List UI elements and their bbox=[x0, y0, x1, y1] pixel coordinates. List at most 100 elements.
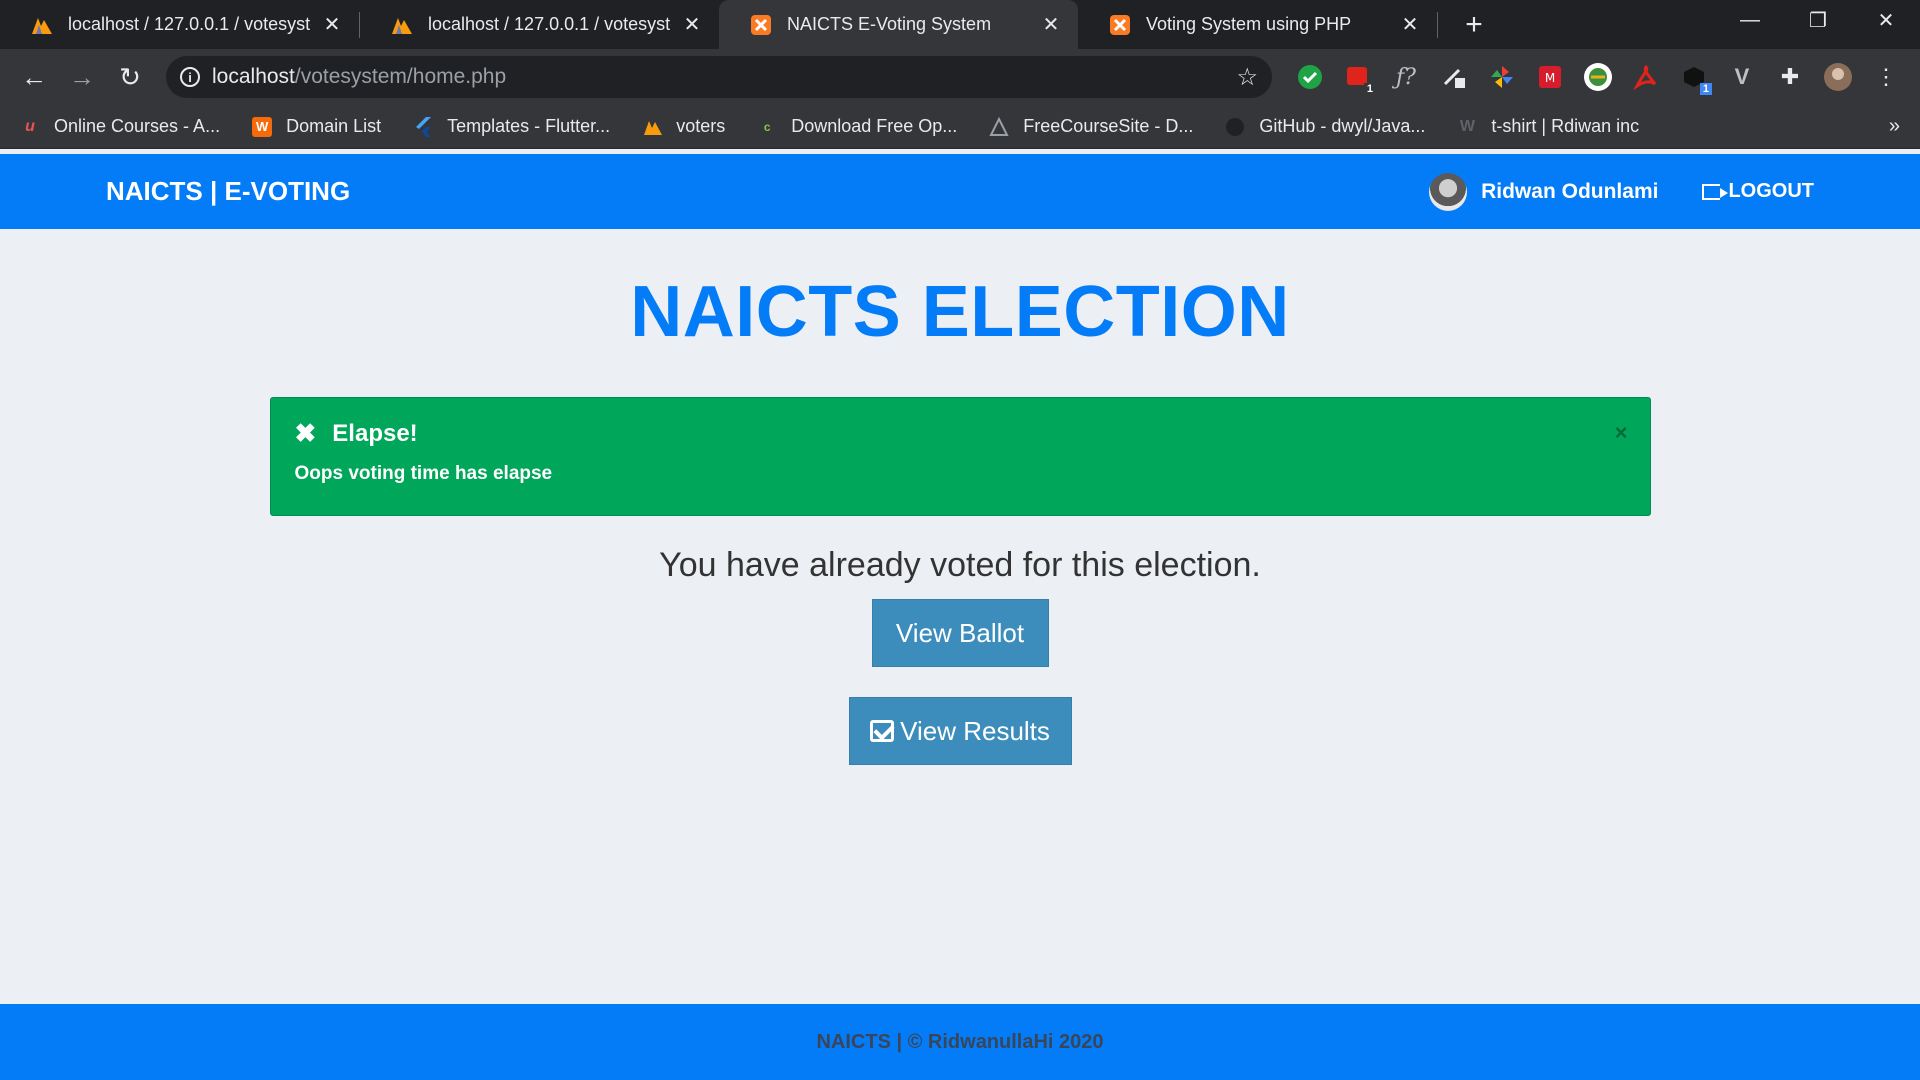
bookmark-label: Templates - Flutter... bbox=[447, 116, 611, 136]
brand-logo-text[interactable]: NAICTS | E-VOTING bbox=[106, 176, 350, 207]
user-name[interactable]: Ridwan Odunlami bbox=[1481, 180, 1658, 204]
bookmark-star-icon[interactable]: ☆ bbox=[1236, 63, 1258, 92]
tab-title: Voting System using PHP bbox=[1146, 14, 1352, 34]
new-tab-button[interactable]: + bbox=[1454, 0, 1494, 49]
main-content: NAICTS ELECTION ✖ Elapse! Oops voting ti… bbox=[0, 271, 1920, 765]
extensions-area: 1 ƒ? M 1 V ✚ ⋮ bbox=[1286, 53, 1910, 101]
bookmark-label: Domain List bbox=[286, 116, 382, 136]
flutter-icon bbox=[413, 116, 433, 137]
alert-header: ✖ Elapse! bbox=[295, 418, 1626, 449]
url-host: localhost bbox=[212, 65, 295, 88]
phpmyadmin-icon bbox=[390, 13, 414, 37]
browser-toolbar: ← → ↻ i localhost/votesystem/home.php ☆ … bbox=[0, 49, 1920, 105]
browser-tab-4[interactable]: Voting System using PHP ✕ bbox=[1078, 0, 1437, 49]
bookmark-item[interactable]: voters bbox=[642, 116, 725, 137]
bookmark-item[interactable]: GitHub - dwyl/Java... bbox=[1225, 116, 1425, 137]
puzzle-icon[interactable]: ✚ bbox=[1766, 53, 1814, 101]
tab-close-icon[interactable]: ✕ bbox=[1399, 14, 1421, 36]
user-avatar[interactable] bbox=[1429, 172, 1468, 211]
tab-close-icon[interactable]: ✕ bbox=[1040, 14, 1062, 36]
bookmark-label: Online Courses - A... bbox=[54, 116, 221, 136]
view-ballot-button[interactable]: View Ballot bbox=[871, 599, 1049, 667]
site-info-icon[interactable]: i bbox=[180, 67, 200, 87]
browser-tab-bar: localhost / 127.0.0.1 / votesystem ✕ loc… bbox=[0, 0, 1920, 49]
already-voted-message: You have already voted for this election… bbox=[659, 546, 1261, 584]
window-controls: — ❐ ✕ bbox=[1716, 0, 1920, 40]
phpmyadmin-icon bbox=[642, 117, 663, 137]
github-icon bbox=[1225, 117, 1245, 137]
web-icon: W bbox=[1459, 117, 1475, 135]
udemy-icon: u bbox=[25, 117, 35, 135]
cube-extension-icon[interactable]: 1 bbox=[1670, 53, 1718, 101]
xampp-icon bbox=[1108, 13, 1132, 37]
footer-text: NAICTS | © RidwanullaHi 2020 bbox=[816, 1030, 1104, 1053]
download-site-icon: c bbox=[763, 119, 771, 134]
bookmark-label: FreeCourseSite - D... bbox=[1023, 116, 1194, 136]
formula-extension-icon[interactable]: ƒ? bbox=[1382, 53, 1430, 101]
view-results-button[interactable]: View Results bbox=[848, 697, 1072, 765]
red-extension-icon[interactable]: 1 bbox=[1334, 53, 1382, 101]
url-text[interactable]: localhost/votesystem/home.php bbox=[212, 65, 1236, 89]
tab-title: localhost / 127.0.0.1 / votesystem bbox=[68, 14, 311, 34]
chevron-double-right-icon[interactable]: » bbox=[1889, 115, 1900, 138]
menu-kebab-icon[interactable]: ⋮ bbox=[1862, 53, 1910, 101]
app-footer: NAICTS | © RidwanullaHi 2020 bbox=[0, 1004, 1920, 1080]
tab-close-icon[interactable]: ✕ bbox=[681, 14, 703, 36]
bookmark-item[interactable]: FreeCourseSite - D... bbox=[989, 116, 1193, 137]
bookmark-label: Download Free Op... bbox=[791, 116, 958, 136]
pen-extension-icon[interactable] bbox=[1430, 53, 1478, 101]
restore-icon[interactable]: ❐ bbox=[1784, 0, 1852, 40]
alert-title: Elapse! bbox=[332, 419, 418, 447]
back-arrow-icon[interactable]: ← bbox=[10, 53, 58, 101]
pdf-extension-icon[interactable] bbox=[1622, 53, 1670, 101]
forward-arrow-icon[interactable]: → bbox=[58, 53, 106, 101]
profile-avatar-icon[interactable] bbox=[1814, 53, 1862, 101]
election-title: NAICTS ELECTION bbox=[630, 272, 1290, 352]
xampp-icon bbox=[749, 13, 773, 37]
bookmarks-bar: u Online Courses - A... W Domain List Temp… bbox=[0, 105, 1920, 149]
phpmyadmin-icon bbox=[30, 13, 54, 37]
mendeley-extension-icon[interactable]: M bbox=[1526, 53, 1574, 101]
times-icon: ✖ bbox=[294, 418, 317, 448]
logout-label: LOGOUT bbox=[1728, 180, 1814, 202]
address-bar[interactable]: i localhost/votesystem/home.php ☆ bbox=[166, 56, 1272, 98]
extension-badge: 1 bbox=[1363, 83, 1376, 95]
elapse-alert: ✖ Elapse! Oops voting time has elapse × bbox=[269, 397, 1651, 516]
browser-tab-1[interactable]: localhost / 127.0.0.1 / votesystem ✕ bbox=[0, 0, 359, 49]
reload-icon[interactable]: ↻ bbox=[106, 53, 154, 101]
tab-close-icon[interactable]: ✕ bbox=[321, 14, 343, 36]
browser-tab-2[interactable]: localhost / 127.0.0.1 / votesystem ✕ bbox=[360, 0, 719, 49]
pinwheel-extension-icon[interactable] bbox=[1478, 53, 1526, 101]
browser-tab-3-active[interactable]: NAICTS E-Voting System ✕ bbox=[719, 0, 1078, 49]
freecoursesite-icon bbox=[989, 116, 1009, 137]
tab-divider bbox=[1437, 11, 1438, 38]
svg-text:M: M bbox=[1545, 71, 1555, 85]
bookmark-item[interactable]: Wt-shirt | Rdiwan inc bbox=[1457, 116, 1639, 137]
bookmark-label: GitHub - dwyl/Java... bbox=[1259, 116, 1426, 136]
bookmark-item[interactable]: W Domain List bbox=[252, 116, 381, 137]
view-results-label: View Results bbox=[900, 716, 1050, 746]
bookmark-label: t-shirt | Rdiwan inc bbox=[1491, 116, 1640, 136]
v-extension-icon[interactable]: V bbox=[1718, 53, 1766, 101]
domain-list-icon: W bbox=[252, 116, 273, 137]
bookmark-item[interactable]: Templates - Flutter... bbox=[413, 116, 610, 137]
bookmark-label: voters bbox=[676, 116, 726, 136]
tab-title: localhost / 127.0.0.1 / votesystem bbox=[428, 14, 671, 34]
bookmark-item[interactable]: c Download Free Op... bbox=[757, 116, 957, 137]
extension-badge: 1 bbox=[1699, 83, 1712, 95]
check-extension-icon[interactable] bbox=[1286, 53, 1334, 101]
tab-title: NAICTS E-Voting System bbox=[787, 14, 992, 34]
globe-extension-icon[interactable] bbox=[1574, 53, 1622, 101]
minimize-icon[interactable]: — bbox=[1716, 0, 1784, 40]
alert-message: Oops voting time has elapse bbox=[294, 463, 553, 484]
alert-close-icon[interactable]: × bbox=[1615, 420, 1628, 446]
app-navbar: NAICTS | E-VOTING Ridwan Odunlami LOGOUT bbox=[0, 154, 1920, 229]
logout-link[interactable]: LOGOUT bbox=[1702, 180, 1814, 203]
logout-icon bbox=[1702, 183, 1729, 200]
url-path: /votesystem/home.php bbox=[294, 65, 507, 88]
window-close-icon[interactable]: ✕ bbox=[1852, 0, 1920, 40]
navbar-right: Ridwan Odunlami LOGOUT bbox=[1429, 172, 1814, 211]
voting-app: NAICTS | E-VOTING Ridwan Odunlami LOGOUT… bbox=[0, 154, 1920, 1080]
bookmark-item[interactable]: u Online Courses - A... bbox=[20, 116, 220, 137]
check-square-icon bbox=[870, 720, 895, 742]
